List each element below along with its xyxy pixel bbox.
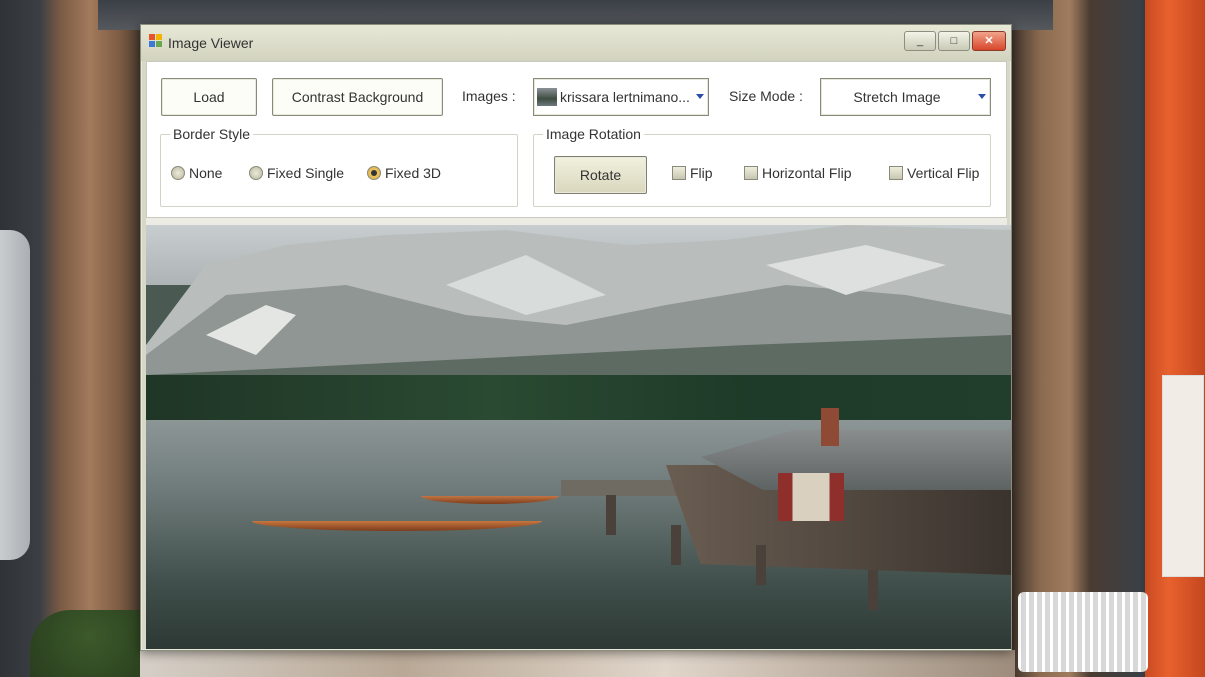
window-title: Image Viewer bbox=[168, 35, 254, 51]
photo-dock-post bbox=[756, 545, 766, 585]
size-mode-value: Stretch Image bbox=[853, 89, 941, 105]
radio-fixed-single[interactable]: Fixed Single bbox=[249, 165, 344, 181]
size-mode-label: Size Mode : bbox=[729, 88, 803, 104]
title-bar[interactable]: Image Viewer _ □ ✕ bbox=[141, 25, 1011, 61]
photo-dock-post bbox=[671, 525, 681, 565]
vertical-flip-label: Vertical Flip bbox=[907, 165, 980, 181]
photo-chimney bbox=[821, 408, 839, 446]
vertical-flip-checkbox-box[interactable] bbox=[889, 166, 903, 180]
images-dropdown-value: krissara lertnimano... bbox=[560, 89, 690, 105]
client-area: Load Contrast Background Images : krissa… bbox=[146, 61, 1011, 649]
image-rotation-group: Image Rotation Rotate Flip Horizontal Fl… bbox=[533, 126, 991, 207]
radio-none[interactable]: None bbox=[171, 165, 222, 181]
radio-none-indicator[interactable] bbox=[171, 166, 185, 180]
size-mode-dropdown[interactable]: Stretch Image bbox=[820, 78, 991, 116]
minimize-button[interactable]: _ bbox=[904, 31, 936, 51]
radio-none-label: None bbox=[189, 165, 223, 181]
window-controls: _ □ ✕ bbox=[904, 31, 1008, 53]
photo-boathouse-window bbox=[778, 473, 844, 521]
border-style-group: Border Style None Fixed Single Fixed 3D bbox=[160, 126, 518, 207]
flip-checkbox[interactable]: Flip bbox=[672, 165, 713, 181]
chevron-down-icon[interactable] bbox=[696, 94, 704, 99]
photo-dock bbox=[561, 480, 681, 496]
radio-fixed-3d-indicator[interactable] bbox=[367, 166, 381, 180]
horizontal-flip-checkbox-box[interactable] bbox=[744, 166, 758, 180]
load-button[interactable]: Load bbox=[161, 78, 257, 116]
chevron-down-icon[interactable] bbox=[978, 94, 986, 99]
flip-checkbox-box[interactable] bbox=[672, 166, 686, 180]
photo-dock-post bbox=[868, 570, 878, 610]
controls-panel: Load Contrast Background Images : krissa… bbox=[146, 61, 1007, 218]
radio-fixed-3d-label: Fixed 3D bbox=[385, 165, 442, 181]
contrast-background-button[interactable]: Contrast Background bbox=[272, 78, 443, 116]
images-dropdown[interactable]: krissara lertnimano... bbox=[533, 78, 709, 116]
wallpaper-plastic-bag bbox=[0, 230, 30, 560]
app-icon bbox=[149, 34, 163, 48]
images-label: Images : bbox=[462, 88, 516, 104]
radio-fixed-single-label: Fixed Single bbox=[267, 165, 345, 181]
flip-label: Flip bbox=[690, 165, 713, 181]
radio-fixed-single-indicator[interactable] bbox=[249, 166, 263, 180]
picture-box[interactable] bbox=[146, 225, 1011, 649]
image-viewer-window[interactable]: Image Viewer _ □ ✕ Load Contrast Backgro… bbox=[140, 24, 1012, 651]
photo-forest bbox=[146, 375, 1011, 425]
wallpaper-bike-basket bbox=[1018, 592, 1148, 672]
close-button[interactable]: ✕ bbox=[972, 31, 1006, 51]
image-thumbnail bbox=[537, 88, 557, 106]
photo-dock-post bbox=[606, 495, 616, 535]
maximize-button[interactable]: □ bbox=[938, 31, 970, 51]
vertical-flip-checkbox[interactable]: Vertical Flip bbox=[889, 165, 979, 181]
wallpaper-shelf bbox=[140, 650, 1015, 677]
radio-fixed-3d[interactable]: Fixed 3D bbox=[367, 165, 441, 181]
border-style-title: Border Style bbox=[170, 126, 254, 142]
horizontal-flip-checkbox[interactable]: Horizontal Flip bbox=[744, 165, 851, 181]
wallpaper-sign bbox=[1162, 375, 1204, 577]
horizontal-flip-label: Horizontal Flip bbox=[762, 165, 852, 181]
rotate-button[interactable]: Rotate bbox=[554, 156, 647, 194]
image-rotation-title: Image Rotation bbox=[543, 126, 644, 142]
